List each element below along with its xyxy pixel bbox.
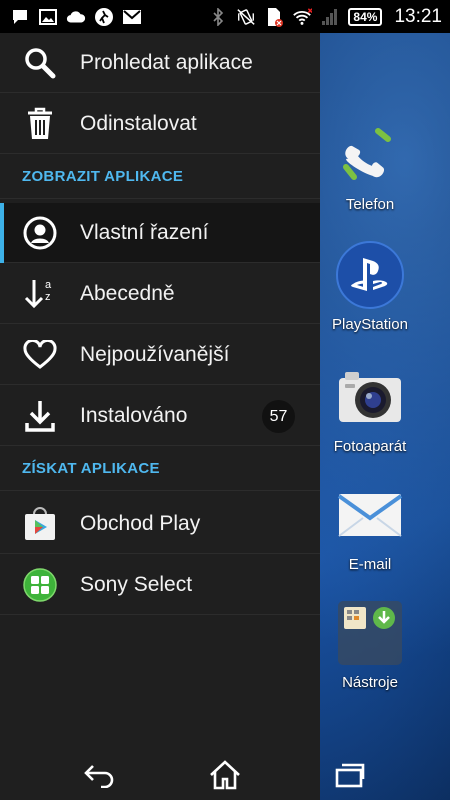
system-icons: 84% 13:21 xyxy=(208,6,442,28)
home-button[interactable] xyxy=(203,755,247,795)
notification-icons xyxy=(10,7,142,27)
cloud-icon xyxy=(66,7,86,27)
dock-app-phone[interactable]: Telefon xyxy=(325,120,415,230)
svg-text:a: a xyxy=(45,279,52,291)
tools-folder-icon xyxy=(335,598,405,668)
sim-error-icon xyxy=(264,7,284,27)
back-icon xyxy=(84,765,114,788)
chat-icon xyxy=(10,7,30,27)
dock-app-camera[interactable]: Fotoaparát xyxy=(325,362,415,472)
wifi-icon xyxy=(292,7,313,27)
app-label: Telefon xyxy=(345,196,395,213)
image-icon xyxy=(38,7,58,27)
drawer-item-search[interactable]: Prohledat aplikace xyxy=(0,33,320,93)
recent-apps-button[interactable] xyxy=(328,755,372,795)
sort-alpha-icon: az xyxy=(22,276,58,312)
trash-icon xyxy=(22,106,58,142)
walk-icon xyxy=(94,7,114,27)
home-icon xyxy=(210,760,240,790)
drawer-item-label: Sony Select xyxy=(80,572,193,596)
bluetooth-icon xyxy=(208,7,228,27)
battery-icon: 84% xyxy=(348,7,383,26)
recent-apps-icon xyxy=(335,763,365,788)
heart-icon xyxy=(22,337,58,373)
installed-count-badge: 57 xyxy=(262,400,295,433)
drawer-item-installed[interactable]: Instalováno 57 xyxy=(0,386,320,446)
drawer-item-label: Abecedně xyxy=(80,281,175,305)
phone-icon xyxy=(335,120,405,190)
drawer-item-play-store[interactable]: Obchod Play xyxy=(0,494,320,554)
search-icon xyxy=(22,45,58,81)
app-drawer-menu: Prohledat aplikace Odinstalovat ZOBRAZIT… xyxy=(0,33,320,750)
drawer-item-uninstall[interactable]: Odinstalovat xyxy=(0,94,320,154)
back-button[interactable] xyxy=(78,755,122,795)
selection-indicator xyxy=(0,203,4,263)
camera-icon xyxy=(335,362,405,432)
svg-text:z: z xyxy=(45,291,51,303)
clock: 13:21 xyxy=(394,5,442,27)
person-circle-icon xyxy=(22,215,58,251)
play-store-icon xyxy=(22,506,58,542)
navigation-bar xyxy=(0,750,450,800)
drawer-item-label: Instalováno xyxy=(80,403,188,427)
app-label: Fotoaparát xyxy=(333,438,407,455)
drawer-item-alphabetical[interactable]: az Abecedně xyxy=(0,264,320,324)
vibrate-icon xyxy=(236,7,256,27)
drawer-item-label: Obchod Play xyxy=(80,511,201,535)
app-label: PlayStation xyxy=(332,316,408,333)
signal-icon xyxy=(320,7,340,27)
drawer-item-sony-select[interactable]: Sony Select xyxy=(0,555,320,615)
drawer-item-label: Odinstalovat xyxy=(80,111,197,135)
drawer-item-label: Prohledat aplikace xyxy=(80,50,253,74)
navigation-bar-background xyxy=(0,750,320,800)
drawer-item-custom-order[interactable]: Vlastní řazení xyxy=(0,203,320,263)
drawer-item-label: Vlastní řazení xyxy=(80,220,209,244)
drawer-item-label: Nejpoužívanější xyxy=(80,342,230,366)
dock-app-playstation[interactable]: PlayStation xyxy=(325,240,415,350)
email-icon xyxy=(335,480,405,550)
status-bar: 84% 13:21 xyxy=(0,0,450,33)
section-header-show-apps: ZOBRAZIT APLIKACE xyxy=(0,155,320,199)
download-icon xyxy=(22,398,58,434)
app-label: E-mail xyxy=(348,556,392,573)
drawer-item-most-used[interactable]: Nejpoužívanější xyxy=(0,325,320,385)
playstation-icon xyxy=(335,240,405,310)
battery-level: 84% xyxy=(353,9,378,24)
dock-folder-tools[interactable]: Nástroje xyxy=(325,598,415,708)
gmail-icon xyxy=(122,7,142,27)
sony-select-icon xyxy=(22,567,58,603)
dock-app-email[interactable]: E-mail xyxy=(325,480,415,590)
section-header-get-apps: ZÍSKAT APLIKACE xyxy=(0,447,320,491)
app-label: Nástroje xyxy=(342,674,398,691)
